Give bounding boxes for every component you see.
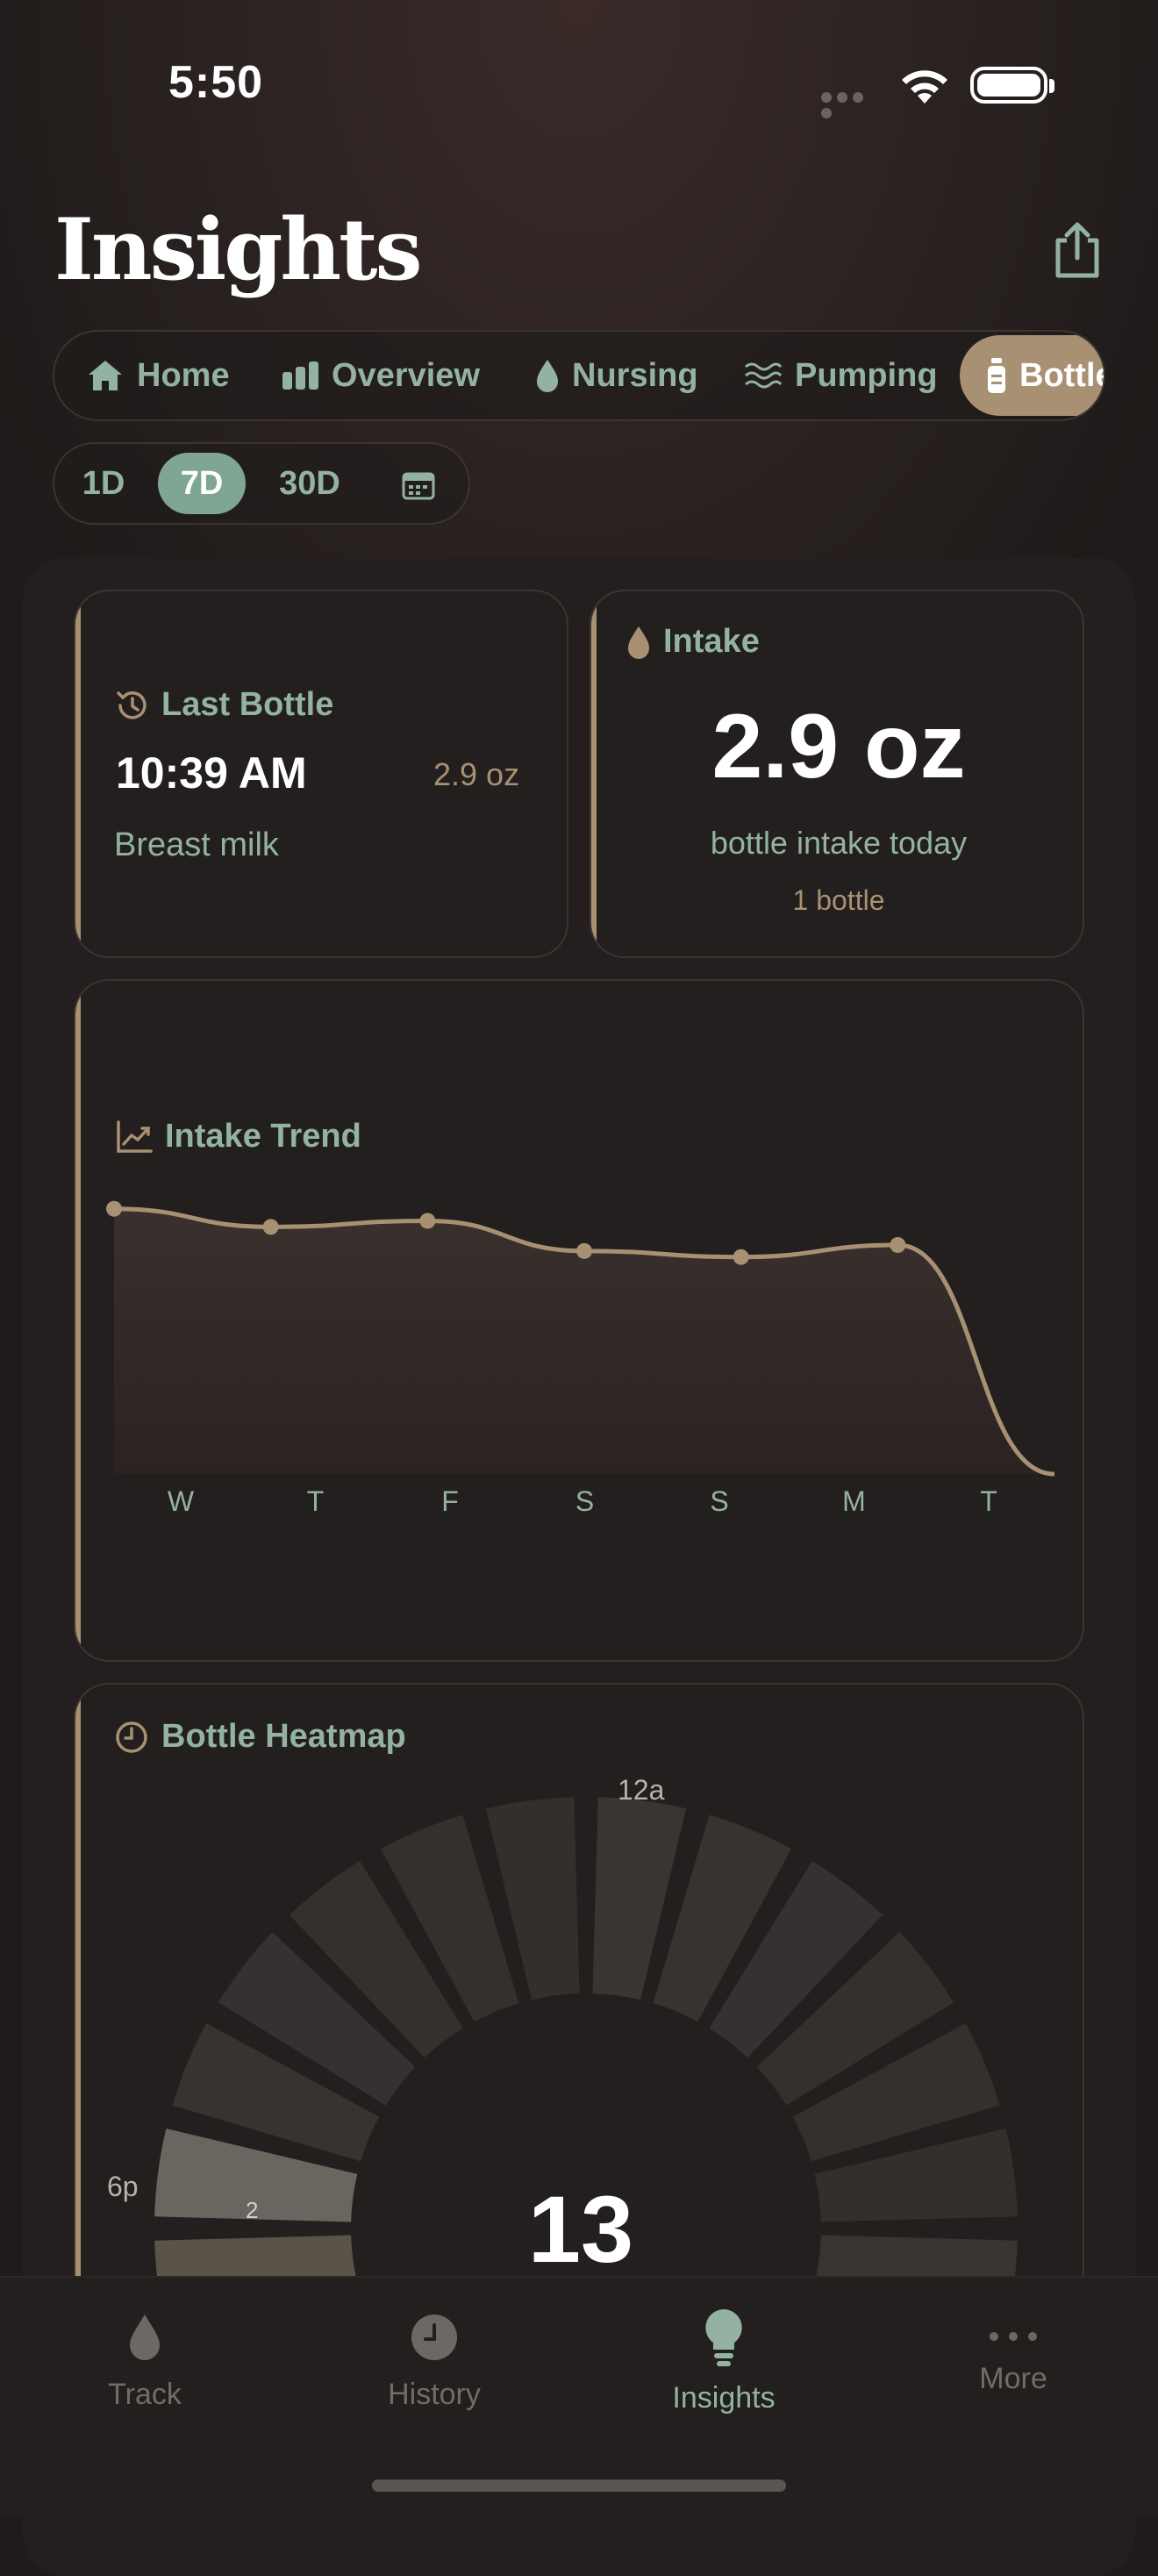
range-30d[interactable]: 30D	[261, 453, 358, 514]
heatmap-label-top: 12a	[618, 1774, 665, 1806]
x-tick-label: S	[710, 1485, 728, 1517]
nav-label: History	[388, 2378, 481, 2411]
history-icon	[117, 691, 147, 719]
page-title: Insights	[54, 200, 423, 299]
wifi-icon	[902, 70, 947, 104]
heatmap-center-value: 13	[527, 2176, 634, 2282]
bars-icon	[282, 361, 318, 390]
home-icon	[89, 361, 122, 390]
drop-icon	[628, 626, 649, 659]
x-tick-label: M	[842, 1485, 866, 1517]
tab-label: Bottle	[1019, 356, 1105, 394]
range-7d[interactable]: 7D	[158, 453, 246, 514]
ellipsis-icon	[990, 2332, 1037, 2341]
x-tick-label: T	[307, 1485, 325, 1517]
tab-overview[interactable]: Overview	[281, 332, 480, 419]
nav-more[interactable]: More	[868, 2278, 1158, 2453]
tab-bottle[interactable]: Bottle	[960, 335, 1105, 416]
calendar-icon[interactable]	[402, 470, 435, 500]
nav-label: More	[979, 2362, 1047, 2395]
range-1d[interactable]: 1D	[65, 453, 142, 514]
nav-insights[interactable]: Insights	[579, 2278, 868, 2453]
card-title: Intake	[626, 623, 760, 661]
drop-icon	[537, 360, 558, 392]
drop-icon	[130, 2315, 160, 2360]
tab-label: Pumping	[795, 356, 938, 394]
lightbulb-icon	[705, 2309, 742, 2366]
home-indicator	[372, 2479, 786, 2492]
x-tick-label: W	[168, 1485, 195, 1517]
range-selector: 1D 7D 30D	[53, 442, 470, 525]
last-bottle-time: 10:39 AM	[116, 748, 307, 798]
heatmap-segment-count: 2	[246, 2197, 259, 2223]
status-time: 5:50	[168, 57, 264, 108]
x-tick-label: F	[441, 1485, 459, 1517]
last-bottle-card[interactable]: Last Bottle 10:39 AM 2.9 oz Breast milk	[74, 590, 568, 958]
share-icon[interactable]	[1049, 219, 1105, 281]
last-bottle-amount: 2.9 oz	[433, 756, 520, 792]
last-bottle-type: Breast milk	[114, 826, 279, 863]
trend-point	[576, 1242, 592, 1259]
bottle-icon	[988, 358, 1005, 393]
heatmap-label-left: 6p	[107, 2171, 139, 2202]
trend-point	[733, 1249, 749, 1265]
battery-icon	[970, 67, 1047, 104]
nav-track[interactable]: Track	[0, 2278, 290, 2453]
cellular-signal-icon	[821, 91, 881, 118]
bottle-heatmap-card[interactable]: Bottle Heatmap 12a 6p 2 13	[74, 1683, 1084, 2350]
tab-home[interactable]: Home	[86, 332, 230, 419]
nav-label: Track	[108, 2378, 182, 2411]
trend-point	[419, 1213, 436, 1229]
trend-point	[262, 1219, 279, 1235]
battery-tip	[1049, 79, 1054, 93]
tab-label: Home	[137, 356, 230, 394]
last-bottle-title: Last Bottle	[161, 686, 334, 723]
tab-pumping[interactable]: Pumping	[744, 332, 938, 419]
clock-icon	[411, 2315, 457, 2360]
nav-history[interactable]: History	[290, 2278, 579, 2453]
category-tabs: Home Overview Nursing Pumping Bottle	[53, 330, 1105, 421]
intake-trend-card[interactable]: Intake Trend WTFSSMT	[74, 979, 1084, 1662]
tab-label: Nursing	[572, 356, 698, 394]
waves-icon	[745, 362, 783, 389]
intake-trend-chart: WTFSSMT	[106, 1200, 1055, 1517]
tab-label: Overview	[332, 356, 480, 394]
card-accent	[75, 591, 81, 956]
intake-count: 1 bottle	[792, 884, 885, 916]
intake-title: Intake	[663, 623, 760, 660]
tab-nursing[interactable]: Nursing	[535, 332, 698, 419]
x-tick-label: S	[575, 1485, 594, 1517]
x-tick-label: T	[980, 1485, 997, 1517]
card-title: Last Bottle	[114, 686, 333, 724]
trend-point	[106, 1200, 122, 1217]
intake-value: 2.9 oz	[711, 696, 966, 798]
intake-caption: bottle intake today	[710, 825, 968, 861]
intake-card[interactable]: Intake 2.9 oz bottle intake today 1 bott…	[590, 590, 1084, 958]
trend-point	[890, 1236, 906, 1253]
nav-label: Insights	[672, 2381, 776, 2415]
